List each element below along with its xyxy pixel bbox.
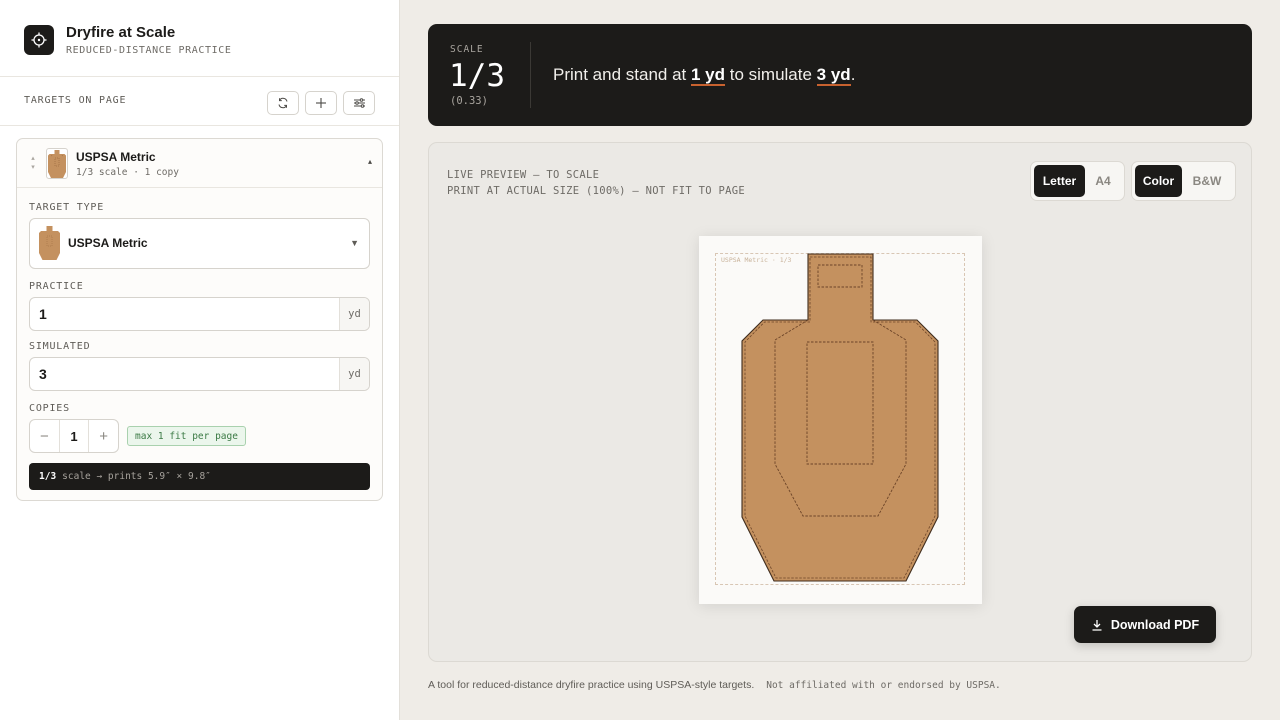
color-mode-toggle: Color B&W <box>1131 161 1236 201</box>
scale-summary-bar: 1/3 scale → prints 5.9″ × 9.8″ <box>29 463 370 490</box>
refresh-icon <box>278 97 288 109</box>
simulated-distance-value[interactable]: 3 <box>39 366 47 382</box>
simulated-distance-input[interactable]: 3 yd <box>29 357 370 391</box>
copies-value[interactable]: 1 <box>58 420 90 452</box>
practice-unit: yd <box>339 298 369 330</box>
footer-disclaimer: Not affiliated with or endorsed by USPSA… <box>766 680 1001 691</box>
sliders-icon <box>353 98 365 108</box>
paper-size-toggle: Letter A4 <box>1030 161 1125 201</box>
reset-button[interactable] <box>267 91 299 115</box>
sidebar: Dryfire at Scale REDUCED-DISTANCE PRACTI… <box>0 0 400 720</box>
paper-sheet: USPSA Metric · 1/3 <box>699 236 982 604</box>
scale-instruction: Print and stand at 1 yd to simulate 3 yd… <box>553 65 856 86</box>
decrement-button[interactable]: − <box>30 420 59 452</box>
scale-fraction: 1/3 <box>449 58 505 94</box>
collapse-icon[interactable]: ▴ <box>368 157 372 166</box>
brand-header: Dryfire at Scale REDUCED-DISTANCE PRACTI… <box>0 0 399 77</box>
reorder-handle[interactable]: ▴ ▾ <box>28 154 38 172</box>
settings-button[interactable] <box>343 91 375 115</box>
target-silhouette-icon <box>39 226 60 265</box>
download-icon <box>1092 619 1102 631</box>
live-preview-panel: LIVE PREVIEW — TO SCALE PRINT AT ACTUAL … <box>428 142 1252 662</box>
target-silhouette <box>741 253 939 582</box>
preview-caption-line1: LIVE PREVIEW — TO SCALE <box>447 169 600 181</box>
increment-button[interactable]: + <box>89 420 118 452</box>
target-card-header[interactable]: ▴ ▾ USPSA Metric 1/3 scale · 1 copy ▴ <box>17 139 382 188</box>
target-type-label: TARGET TYPE <box>29 202 105 213</box>
footer: A tool for reduced-distance dryfire prac… <box>428 679 1001 691</box>
move-down-icon[interactable]: ▾ <box>28 163 38 172</box>
footer-text: A tool for reduced-distance dryfire prac… <box>428 679 755 691</box>
target-type-value: USPSA Metric <box>68 236 148 250</box>
move-up-icon[interactable]: ▴ <box>28 154 38 163</box>
practice-distance-input[interactable]: 1 yd <box>29 297 370 331</box>
instruction-part-a: Print and stand at <box>553 65 691 84</box>
paper-letter-option[interactable]: Letter <box>1034 165 1085 197</box>
download-pdf-button[interactable]: Download PDF <box>1074 606 1216 643</box>
simulated-label: SIMULATED <box>29 341 91 352</box>
app-title: Dryfire at Scale <box>66 24 176 41</box>
download-label: Download PDF <box>1110 617 1200 632</box>
target-card: ▴ ▾ USPSA Metric 1/3 scale · 1 copy ▴ TA… <box>16 138 383 501</box>
scale-banner: SCALE 1/3 (0.33) Print and stand at 1 yd… <box>428 24 1252 126</box>
paper-a4-option[interactable]: A4 <box>1085 165 1121 197</box>
banner-divider <box>530 42 531 108</box>
instruction-part-b: to simulate <box>725 65 817 84</box>
scale-summary-text: scale → prints 5.9″ × 9.8″ <box>62 471 211 482</box>
chevron-down-icon: ▼ <box>350 238 359 248</box>
app-subtitle: REDUCED-DISTANCE PRACTICE <box>66 45 232 56</box>
practice-distance-highlight: 1 yd <box>690 65 726 86</box>
scale-decimal: (0.33) <box>450 95 488 107</box>
uspsa-target <box>741 253 939 582</box>
simulated-distance-highlight: 3 yd <box>816 65 851 86</box>
targets-section-label: TARGETS ON PAGE <box>24 95 127 106</box>
paper-target-tag: USPSA Metric · 1/3 <box>721 256 792 264</box>
fit-per-page-badge: max 1 fit per page <box>127 426 246 446</box>
practice-label: PRACTICE <box>29 281 84 292</box>
instruction-part-c: . <box>850 65 856 84</box>
target-thumbnail <box>46 148 68 179</box>
target-summary: 1/3 scale · 1 copy <box>76 167 179 178</box>
copies-stepper: − 1 + <box>29 419 119 453</box>
practice-distance-value[interactable]: 1 <box>39 306 47 322</box>
plus-icon <box>316 98 326 108</box>
crosshair-icon <box>24 25 54 55</box>
scale-summary-fraction: 1/3 <box>39 471 57 482</box>
color-option[interactable]: Color <box>1135 165 1182 197</box>
add-target-button[interactable] <box>305 91 337 115</box>
simulated-unit: yd <box>339 358 369 390</box>
preview-caption-line2: PRINT AT ACTUAL SIZE (100%) — NOT FIT TO… <box>447 185 745 197</box>
copies-label: COPIES <box>29 403 70 414</box>
scale-label: SCALE <box>450 44 484 55</box>
preview-caption: LIVE PREVIEW — TO SCALE PRINT AT ACTUAL … <box>447 167 745 199</box>
target-type-select[interactable]: USPSA Metric ▼ <box>29 218 370 269</box>
bw-option[interactable]: B&W <box>1182 165 1232 197</box>
target-name: USPSA Metric <box>76 150 156 164</box>
